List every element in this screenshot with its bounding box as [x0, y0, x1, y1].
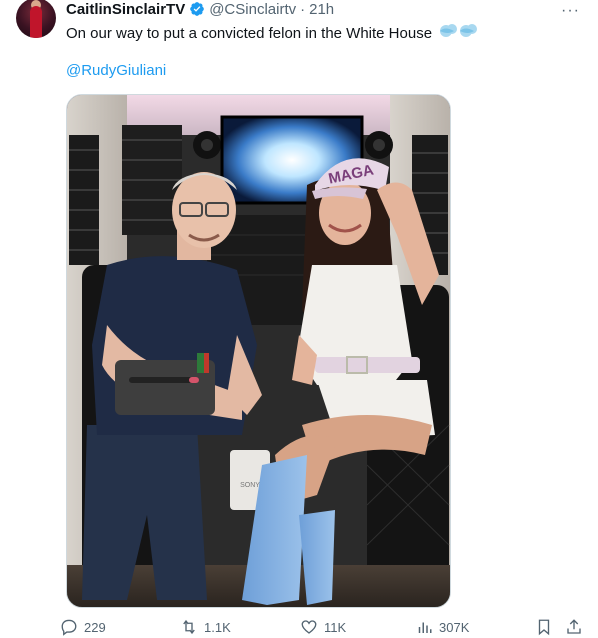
- author-name[interactable]: CaitlinSinclairTV: [66, 1, 185, 18]
- tweet-text: On our way to put a convicted felon in t…: [66, 22, 478, 44]
- repost-button[interactable]: 1.1K: [180, 618, 231, 636]
- bookmark-button[interactable]: [535, 618, 553, 636]
- share-icon: [567, 619, 581, 634]
- box-label: SONY: [240, 482, 260, 489]
- tweet-header: CaitlinSinclairTV @CSinclairtv · 21h: [66, 0, 334, 19]
- reply-button[interactable]: 229: [60, 618, 106, 636]
- reply-count: 229: [84, 619, 106, 635]
- like-button[interactable]: 11K: [300, 618, 346, 636]
- bookmark-icon: [538, 619, 550, 636]
- views-icon: [418, 622, 432, 633]
- views-button[interactable]: 307K: [415, 618, 469, 636]
- tweet-photo[interactable]: SONY MAGA: [66, 94, 451, 608]
- tweet-actions: 229 1.1K 11K 307K: [60, 618, 583, 638]
- like-icon: [301, 620, 317, 634]
- avatar-figure: [30, 6, 42, 38]
- repost-icon: [183, 619, 195, 635]
- mention-link[interactable]: @RudyGiuliani: [66, 62, 166, 79]
- author-handle[interactable]: @CSinclairtv: [209, 1, 296, 18]
- verified-badge-icon: [190, 2, 205, 16]
- repost-count: 1.1K: [204, 619, 231, 635]
- tweet-timestamp[interactable]: 21h: [309, 1, 334, 18]
- share-button[interactable]: [565, 618, 583, 636]
- header-separator: ·: [300, 0, 306, 18]
- photo-scene: SONY MAGA: [67, 95, 450, 607]
- tweet-body: On our way to put a convicted felon in t…: [66, 25, 433, 42]
- author-avatar[interactable]: [16, 0, 56, 38]
- dash-symbol-emoji-icon: [440, 24, 478, 37]
- reply-icon: [61, 619, 77, 636]
- like-count: 11K: [324, 619, 347, 635]
- more-icon[interactable]: ···: [561, 2, 580, 20]
- views-count: 307K: [439, 619, 470, 635]
